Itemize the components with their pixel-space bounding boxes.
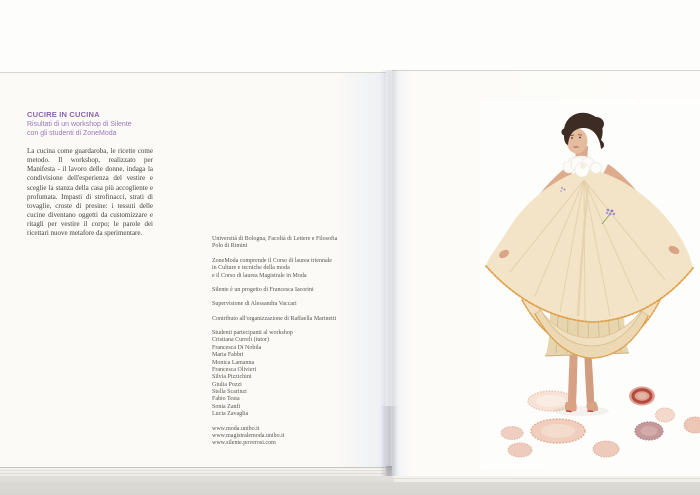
- painted-toes: [567, 411, 572, 412]
- credit-line: in Culture e tecniche della moda: [212, 265, 380, 272]
- credit-block: Supervisione di Alessandra Vaccari: [212, 301, 380, 308]
- credit-line: Silvia Pizzichini: [212, 374, 380, 381]
- credit-block: www.moda.unibo.itwww.magistralemoda.unib…: [212, 426, 380, 448]
- article-subtitle: Risultati di un workshop di Silente con …: [27, 120, 153, 138]
- credit-line: ZoneModa comprende il Corso di laurea tr…: [212, 258, 380, 265]
- credit-line: Francesca Di Nobila: [212, 345, 380, 352]
- credit-block: Studenti partecipanti al workshopCristia…: [212, 330, 380, 419]
- credit-line: Sonia Zanfi: [212, 404, 380, 411]
- page-stack-edge-left: [0, 467, 386, 476]
- credit-line: Giulia Pozzi: [212, 382, 380, 389]
- credit-line: Stella Scarinzi: [212, 389, 380, 396]
- credit-line: Cristiana Curreli (tutor): [212, 337, 380, 344]
- credit-block: Università di Bologna, Facoltà di Letter…: [212, 236, 380, 251]
- credit-line: Università di Bologna, Facoltà di Letter…: [212, 236, 380, 243]
- credit-line: Silente è un progetto di Francesca Iacor…: [212, 287, 380, 294]
- page-stack-edge-right: [394, 476, 700, 482]
- credit-line: Monica Lamanna: [212, 360, 380, 367]
- credit-line: Contributo all'organizzazione di Raffael…: [212, 316, 380, 323]
- credit-line: Lucia Zavaglia: [212, 411, 380, 418]
- credits-column: Università di Bologna, Facoltà di Letter…: [212, 236, 380, 455]
- eyes: [571, 137, 573, 139]
- credit-line: www.magistralemoda.unibo.it: [212, 433, 380, 440]
- figure-shadow: [553, 406, 609, 416]
- credit-block: Contributo all'organizzazione di Raffael…: [212, 316, 380, 323]
- credit-line: www.moda.unibo.it: [212, 426, 380, 433]
- credit-line: Polo di Rimini: [212, 243, 380, 250]
- credit-block: ZoneModa comprende il Corso di laurea tr…: [212, 258, 380, 280]
- book-gutter-shadow: [380, 70, 398, 476]
- article-intro: CUCIRE IN CUCINA Risultati di un worksho…: [27, 110, 153, 238]
- article-body: La cucina come guardaroba, le ricette co…: [27, 147, 153, 238]
- model-photo: [480, 100, 700, 470]
- credit-line: Francesca Olivieri: [212, 367, 380, 374]
- credit-line: Maria Fabbri: [212, 352, 380, 359]
- credit-line: Fabio Testa: [212, 396, 380, 403]
- credit-block: Silente è un progetto di Francesca Iacor…: [212, 287, 380, 294]
- credit-line: e il Corso di laurea Magistrale in Moda: [212, 273, 380, 280]
- credit-line: www.silente.poverosi.com: [212, 440, 380, 447]
- article-heading: CUCIRE IN CUCINA: [27, 110, 153, 119]
- credit-line: Supervisione di Alessandra Vaccari: [212, 301, 380, 308]
